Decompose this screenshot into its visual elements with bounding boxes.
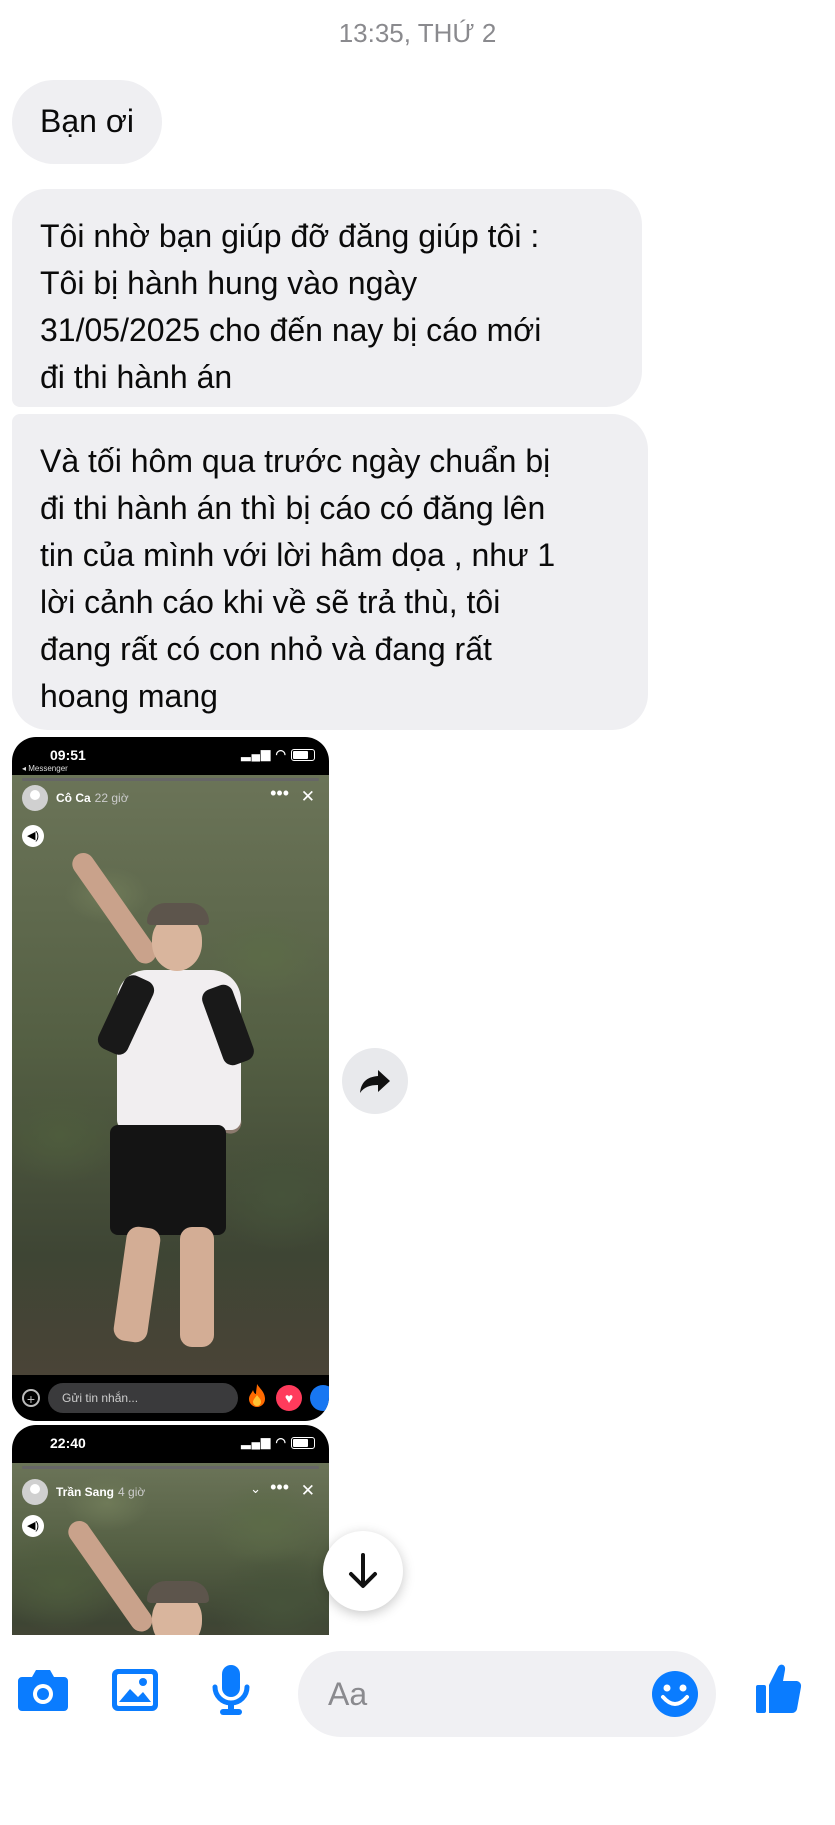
image-attachment[interactable]: 09:51 ◂ Messenger ▂▄▆ ◠ Cô Ca 22 giờ ••• … <box>12 737 329 1421</box>
status-clock: 09:51 <box>50 747 86 763</box>
volume-icon: ◀) <box>22 1515 44 1537</box>
scroll-to-bottom-button[interactable] <box>323 1531 403 1611</box>
microphone-icon[interactable] <box>211 1663 251 1722</box>
gallery-icon[interactable] <box>110 1667 160 1718</box>
like-icon <box>310 1385 329 1411</box>
avatar <box>22 785 48 811</box>
signal-wifi-icon: ▂▄▆ ◠ <box>241 747 287 761</box>
avatar <box>22 1479 48 1505</box>
composer-toolbar: Aa <box>0 1635 835 1825</box>
fire-icon <box>246 1383 268 1415</box>
phone-status-bar: 22:40 ▂▄▆ ◠ <box>12 1425 329 1465</box>
arrow-down-icon <box>349 1553 377 1588</box>
phone-status-bar: 09:51 ◂ Messenger ▂▄▆ ◠ <box>12 737 329 777</box>
thumbs-up-icon[interactable] <box>754 1661 804 1722</box>
status-clock: 22:40 <box>50 1435 86 1451</box>
forward-button[interactable] <box>342 1048 408 1114</box>
story-reply-field: Gửi tin nhắn... <box>48 1383 238 1413</box>
more-icon: ••• <box>270 1477 289 1497</box>
message-bubble[interactable]: Bạn ơi <box>12 80 162 164</box>
back-to-messenger: ◂ Messenger <box>22 764 68 773</box>
camera-icon[interactable] <box>16 1667 70 1718</box>
story-reply-bar: + Gửi tin nhắn... ♥ <box>12 1377 329 1421</box>
chat-timestamp: 13:35, THỨ 2 <box>338 18 497 48</box>
close-icon: ✕ <box>300 787 315 806</box>
signal-wifi-icon: ▂▄▆ ◠ <box>241 1435 287 1449</box>
emoji-icon[interactable] <box>650 1669 700 1724</box>
message-bubble[interactable]: Và tối hôm qua trước ngày chuẩn bị đi th… <box>12 414 648 730</box>
story-time: 4 giờ <box>118 1485 146 1499</box>
story-header: Cô Ca 22 giờ ••• ✕ <box>22 783 319 815</box>
person-figure <box>52 835 312 1375</box>
story-header: Trần Sang 4 giờ ⌄ ••• ✕ <box>22 1477 319 1509</box>
battery-icon <box>291 749 315 761</box>
story-username: Trần Sang <box>56 1485 115 1499</box>
story-photo <box>12 775 329 1375</box>
plus-icon: + <box>22 1389 40 1407</box>
message-bubble[interactable]: Tôi nhờ bạn giúp đỡ đăng giúp tôi : Tôi … <box>12 189 642 407</box>
forward-arrow-icon <box>360 1070 390 1093</box>
more-icon: ••• <box>270 783 289 803</box>
battery-icon <box>291 1437 315 1449</box>
image-attachment[interactable]: 22:40 ▂▄▆ ◠ Trần Sang 4 giờ ⌄ ••• ✕ ◀) <box>12 1425 329 1635</box>
heart-icon: ♥ <box>276 1385 302 1411</box>
story-progress-bar <box>22 778 319 781</box>
close-icon: ✕ <box>300 1481 315 1500</box>
chevron-down-icon: ⌄ <box>250 1481 261 1496</box>
story-time: 22 giờ <box>94 791 129 805</box>
person-figure <box>52 1513 312 1635</box>
story-username: Cô Ca <box>56 791 91 805</box>
story-progress-bar <box>22 1466 319 1469</box>
volume-icon: ◀) <box>22 825 44 847</box>
